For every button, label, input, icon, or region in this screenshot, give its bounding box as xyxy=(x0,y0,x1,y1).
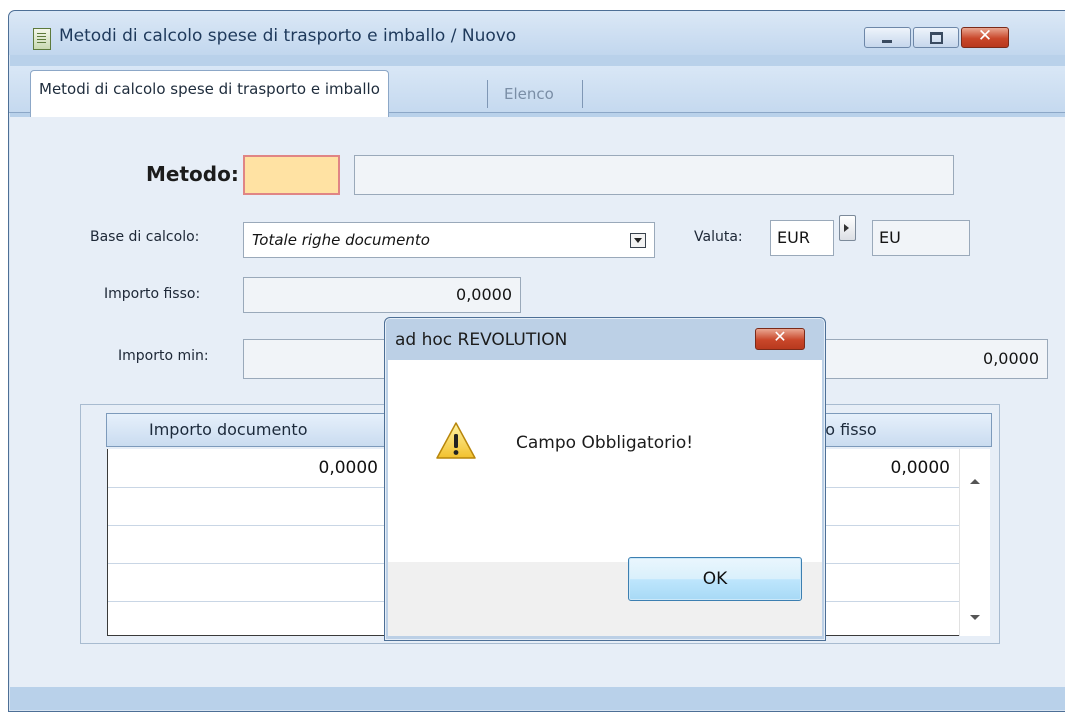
metodo-description-input[interactable] xyxy=(354,155,954,195)
column-importo-fisso[interactable]: to fisso xyxy=(819,414,877,446)
valuta-label: Valuta: xyxy=(694,229,743,245)
cell-importo-documento[interactable]: 0,0000 xyxy=(108,449,378,487)
window-title: Metodi di calcolo spese di trasporto e i… xyxy=(59,26,517,46)
base-calcolo-label: Base di calcolo: xyxy=(90,229,200,245)
tab-divider xyxy=(582,80,583,108)
close-button[interactable]: ✕ xyxy=(961,26,1009,48)
dialog-title: ad hoc REVOLUTION xyxy=(395,330,568,350)
cell-importo-fisso[interactable]: 0,0000 xyxy=(808,449,950,487)
tab-divider xyxy=(487,80,488,108)
app-icon xyxy=(33,28,51,50)
minimize-button[interactable] xyxy=(864,27,911,48)
tab-elenco[interactable]: Elenco xyxy=(504,80,554,108)
metodo-label: Metodo: xyxy=(146,162,239,186)
chevron-down-icon[interactable] xyxy=(630,233,646,248)
column-importo-documento[interactable]: Importo documento xyxy=(149,414,308,446)
dialog-body: Campo Obbligatorio! xyxy=(388,360,822,562)
valuta-zoom-button[interactable] xyxy=(839,215,856,241)
dialog-close-button[interactable]: ✕ xyxy=(755,327,805,350)
scroll-down-icon[interactable] xyxy=(970,615,980,620)
title-bar[interactable]: Metodi di calcolo spese di trasporto e i… xyxy=(9,11,1065,55)
importo-min-input[interactable] xyxy=(243,339,393,379)
base-calcolo-select[interactable]: Totale righe documento xyxy=(243,222,655,258)
close-icon: ✕ xyxy=(773,327,787,346)
warning-icon xyxy=(436,422,476,459)
base-calcolo-value: Totale righe documento xyxy=(252,231,430,249)
close-icon: ✕ xyxy=(977,26,993,46)
importo-max-input[interactable]: 0,0000 xyxy=(820,339,1048,379)
grid-scrollbar[interactable] xyxy=(959,449,990,636)
valuta-code-input[interactable]: EUR xyxy=(770,220,834,256)
importo-fisso-input[interactable]: 0,0000 xyxy=(243,277,521,313)
importo-min-label: Importo min: xyxy=(118,348,209,364)
scroll-up-icon[interactable] xyxy=(970,479,980,484)
dialog-message: Campo Obbligatorio! xyxy=(516,433,694,453)
metodo-code-input[interactable] xyxy=(243,155,340,195)
message-dialog: ad hoc REVOLUTION ✕ Campo Obbligatorio! … xyxy=(384,317,826,641)
importo-fisso-label: Importo fisso: xyxy=(104,286,201,302)
maximize-button[interactable] xyxy=(913,27,959,48)
valuta-description-field: EU xyxy=(872,220,970,256)
tab-metodi[interactable]: Metodi di calcolo spese di trasporto e i… xyxy=(30,70,389,117)
ok-button[interactable]: OK xyxy=(628,557,802,601)
